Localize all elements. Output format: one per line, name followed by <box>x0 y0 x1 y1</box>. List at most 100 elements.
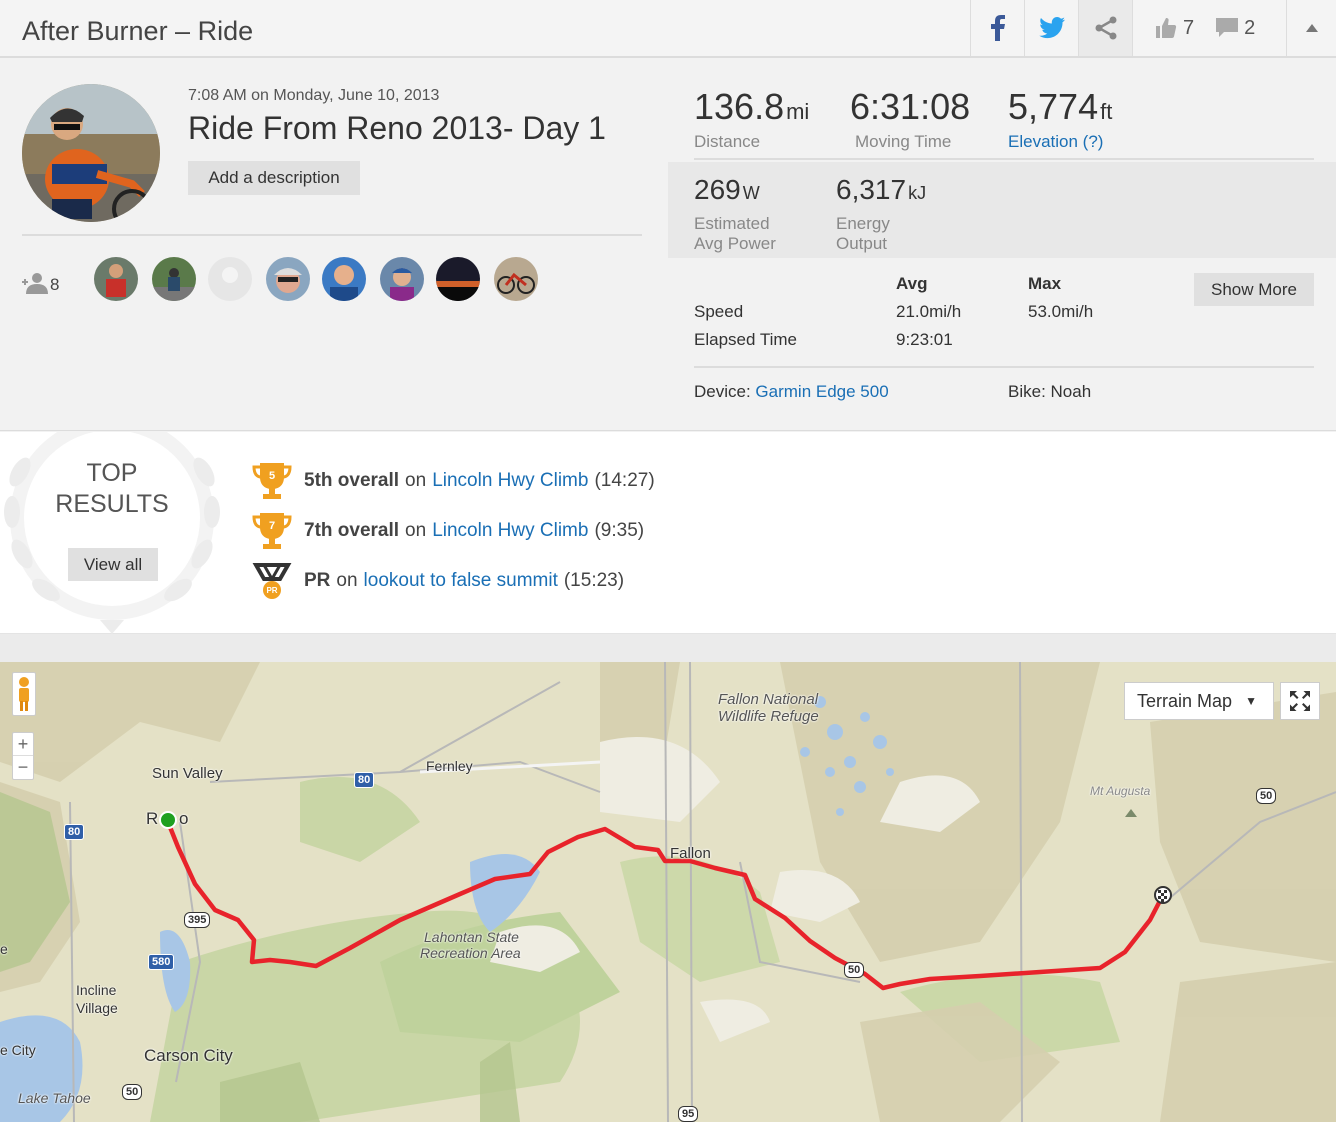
athlete-avatar-7[interactable] <box>436 257 480 301</box>
top-results: TOP RESULTS View all 5 5th overall on Li… <box>0 432 1336 634</box>
map-label-incline-2: Village <box>76 1000 118 1016</box>
athlete-avatar-3[interactable] <box>208 257 252 301</box>
athlete-avatar-5[interactable] <box>322 257 366 301</box>
page-header: After Burner – Ride 7 2 <box>0 0 1336 58</box>
facebook-share-button[interactable] <box>970 0 1024 56</box>
highway-shield-us395: 395 <box>184 912 211 928</box>
speed-max: 53.0mi/h <box>1028 302 1094 321</box>
share-button[interactable] <box>1078 0 1132 56</box>
map-type-dropdown[interactable]: Terrain Map ▼ <box>1124 682 1274 720</box>
elevation-help-link[interactable]: Elevation (?) <box>1008 132 1103 152</box>
map-label-mt-augusta: Mt Augusta <box>1090 784 1151 798</box>
athlete-avatar-6[interactable] <box>380 257 424 301</box>
collapse-button[interactable] <box>1286 0 1336 56</box>
top-results-title-line1: TOP <box>86 459 138 487</box>
device-label: Device: <box>694 382 751 401</box>
divider <box>694 158 1314 160</box>
athlete-avatar-8[interactable] <box>494 257 538 301</box>
athlete-photo <box>266 257 310 301</box>
fullscreen-icon <box>1290 691 1310 711</box>
divider <box>22 234 642 236</box>
share-icon <box>1095 16 1116 40</box>
athlete-photo <box>494 257 538 301</box>
map-label-sun-valley: Sun Valley <box>152 765 223 782</box>
thumbs-up-icon <box>1156 18 1177 38</box>
activity-name: Ride From Reno 2013- Day 1 <box>188 110 606 146</box>
map-label-incline-1: Incline <box>76 982 117 998</box>
power-value: 269 W <box>694 174 760 206</box>
street-view-pegman[interactable] <box>12 672 36 716</box>
athlete-avatar-4[interactable] <box>266 257 310 301</box>
device-link[interactable]: Garmin Edge 500 <box>755 382 888 401</box>
zoom-in-button[interactable]: + <box>13 733 33 756</box>
section-gap <box>0 634 1336 662</box>
energy-label-line2: Output <box>836 234 888 253</box>
segment-link[interactable]: Lincoln Hwy Climb <box>432 520 588 542</box>
result-rank: PR <box>304 570 331 591</box>
map-label-fallon-refuge-1: Fallon National <box>718 691 819 708</box>
athlete-photo <box>94 257 138 301</box>
athletes-count: 8 <box>50 275 60 294</box>
map-label-fallon: Fallon <box>670 845 711 862</box>
show-more-button[interactable]: Show More <box>1194 273 1314 306</box>
group-athletes-icon <box>22 273 48 294</box>
top-results-title-line2: RESULTS <box>55 490 169 518</box>
map-label-lahontan-2: Recreation Area <box>420 945 521 961</box>
result-on: on <box>405 470 427 491</box>
athlete-photo <box>436 257 480 301</box>
map-type-value: Terrain Map <box>1137 691 1233 711</box>
power-label: Estimated Avg Power <box>694 214 776 254</box>
elevation-unit: ft <box>1100 99 1113 124</box>
elapsed-time-label: Elapsed Time <box>694 330 797 349</box>
speed-avg: 21.0mi/h <box>896 302 962 321</box>
energy-unit: kJ <box>908 183 927 203</box>
twitter-share-button[interactable] <box>1024 0 1078 56</box>
result-on: on <box>336 570 358 591</box>
distance-number: 136.8 <box>694 86 785 127</box>
elevation-value: 5,774ft <box>1008 86 1112 128</box>
highway-shield-us50: 50 <box>1256 788 1277 804</box>
energy-label: Energy Output <box>836 214 890 254</box>
result-time: (9:35) <box>594 520 645 541</box>
view-all-button[interactable]: View all <box>68 548 158 581</box>
map-label-fernley: Fernley <box>426 758 473 774</box>
athlete-photo <box>380 257 424 301</box>
add-description-button[interactable]: Add a description <box>188 161 360 195</box>
highway-shield-us50: 50 <box>122 1084 143 1100</box>
page-title: After Burner – Ride <box>22 16 254 46</box>
facebook-icon <box>990 15 1005 41</box>
map-label-reno-r: R <box>146 809 159 828</box>
route-map[interactable]: Sun Valley R o Fernley Fallon Fallon Nat… <box>0 662 1336 1122</box>
table-header-max: Max <box>1028 274 1062 293</box>
zoom-out-button[interactable]: − <box>13 756 33 779</box>
power-stats: 269 W Estimated Avg Power 6,317 kJ Energy Ou… <box>668 162 1336 258</box>
pr-medal-icon: PR <box>252 563 292 599</box>
athlete-photo <box>152 257 196 301</box>
fullscreen-button[interactable] <box>1280 682 1320 720</box>
highway-shield-i80: 80 <box>354 772 375 788</box>
kudos-comments[interactable]: 7 2 <box>1132 0 1286 56</box>
map-label-reno-o: o <box>179 809 189 828</box>
map-label-carson-city: Carson City <box>144 1046 233 1065</box>
distance-unit: mi <box>786 99 810 124</box>
result-row: 5 5th overall on Lincoln Hwy Climb (14:2… <box>252 461 655 501</box>
comment-icon <box>1216 18 1239 37</box>
table-header-avg: Avg <box>896 274 928 293</box>
athlete-avatar-2[interactable] <box>152 257 196 301</box>
divider <box>694 366 1314 368</box>
athlete-avatar-1[interactable] <box>94 257 138 301</box>
top-results-title: TOP RESULTS <box>22 458 202 520</box>
highway-shield-us50: 50 <box>844 962 865 978</box>
athlete-avatar[interactable] <box>22 84 160 222</box>
pegman-icon <box>19 677 29 711</box>
energy-value: 6,317 kJ <box>836 174 926 206</box>
segment-link[interactable]: Lincoln Hwy Climb <box>432 470 588 492</box>
energy-label-line1: Energy <box>836 214 890 233</box>
result-on: on <box>405 520 427 541</box>
power-unit: W <box>742 183 760 203</box>
result-rank: 5th overall <box>304 470 400 491</box>
device-info: Device: Garmin Edge 500 <box>694 382 889 402</box>
moving-time-value: 6:31:08 <box>850 86 971 127</box>
segment-link[interactable]: lookout to false summit <box>364 570 558 592</box>
athlete-photo <box>322 257 366 301</box>
